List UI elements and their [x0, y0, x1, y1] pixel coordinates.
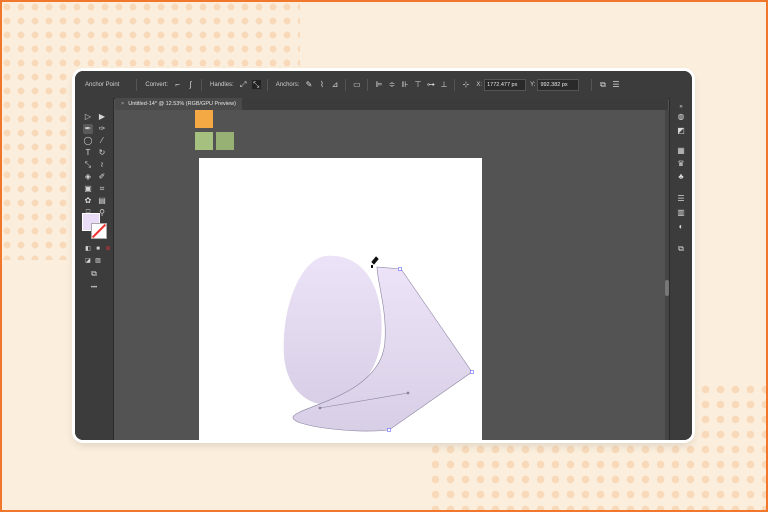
convert-smooth-icon[interactable]: ∫ — [186, 80, 195, 89]
cut-path-icon[interactable]: ⊿ — [330, 80, 339, 89]
shape-builder-tool-icon[interactable]: ◈ — [83, 172, 93, 182]
handle-point[interactable] — [318, 406, 322, 410]
artwork-layer — [283, 255, 474, 432]
convert-label: Convert: — [145, 81, 169, 88]
align-top-icon[interactable]: ⊤ — [413, 80, 422, 89]
anchors-label: Anchors: — [275, 81, 300, 88]
align-left-icon[interactable]: ⊫ — [374, 80, 383, 89]
tools-panel: ▷ ▶ ✒ ✑ ◯ ⁄ T ↻ ⤡ ≀ ◈ ✐ ▣ ⌗ ✿ ▤ ⌸ ⚲ ◧ ■ … — [75, 98, 114, 440]
pen-cursor-icon — [370, 255, 380, 268]
brushes-panel-icon[interactable]: ♛ — [676, 159, 686, 169]
none-color-icon[interactable]: ⊘ — [103, 244, 113, 254]
stroke-color-swatch[interactable] — [91, 223, 107, 239]
anchor-point[interactable] — [387, 428, 391, 432]
panel-dock: » ◍ ◩ ▦ ♛ ♣ ☰ ▥ ◐ ⧉ — [669, 98, 692, 440]
document-tab[interactable]: × Untitled-14* @ 12.53% (RGB/GPU Preview) — [115, 98, 242, 110]
eyedropper-tool-icon[interactable]: ✐ — [97, 172, 107, 182]
transform-icon[interactable]: ⧉ — [598, 80, 607, 89]
document-tab-title: Untitled-14* @ 12.53% (RGB/GPU Preview) — [128, 101, 236, 107]
color-mode-icon[interactable]: ■ — [93, 244, 103, 254]
symbols-panel-icon[interactable]: ♣ — [676, 172, 686, 182]
graph-tool-icon[interactable]: ▤ — [97, 196, 107, 206]
more-tools-icon[interactable]: ••• — [87, 283, 101, 293]
close-tab-icon[interactable]: × — [121, 101, 124, 107]
handles-label: Handles: — [210, 81, 234, 88]
connect-anchor-icon[interactable]: ⌇ — [317, 80, 326, 89]
artboards-panel-icon[interactable]: ⧉ — [676, 244, 686, 254]
selection-tool-icon[interactable]: ▷ — [83, 112, 93, 122]
divider — [367, 78, 369, 91]
transparency-panel-icon[interactable]: ◐ — [676, 222, 686, 232]
hide-handles-icon[interactable]: ⤡ — [251, 80, 261, 89]
x-coordinate-field[interactable]: 1772.477 px — [484, 78, 527, 91]
draw-mode-icon[interactable]: ◪ — [83, 256, 93, 266]
anchor-point[interactable] — [398, 267, 402, 271]
layers-panel-icon[interactable]: ◩ — [676, 126, 686, 136]
divider — [136, 78, 138, 91]
isolate-icon[interactable]: ▭ — [352, 80, 361, 89]
show-handles-icon[interactable]: ⤢ — [239, 80, 248, 89]
document-tab-bar: × Untitled-14* @ 12.53% (RGB/GPU Preview) — [115, 98, 668, 110]
divider — [345, 78, 347, 91]
stroke-panel-icon[interactable]: ☰ — [676, 194, 686, 204]
convert-corner-icon[interactable]: ⌐ — [173, 80, 182, 89]
anchor-point-label: Anchor Point — [85, 81, 120, 88]
divider — [201, 78, 203, 91]
ellipse-tool-icon[interactable]: ◯ — [83, 136, 93, 146]
screen-mode-icon[interactable]: ⧉ — [89, 269, 99, 279]
y-coordinate-field[interactable]: 992.382 px — [537, 78, 580, 91]
divider — [591, 78, 593, 91]
default-colors-icon[interactable]: ◧ — [83, 244, 93, 254]
control-bar: Anchor Point Convert: ⌐ ∫ Handles: ⤢ ⤡ A… — [75, 71, 692, 99]
handle-point[interactable] — [406, 391, 410, 395]
direct-selection-tool-icon[interactable]: ▶ — [97, 112, 107, 122]
panel-menu-icon[interactable]: ☰ — [611, 80, 620, 89]
divider — [454, 78, 456, 91]
gradient-tool-icon[interactable]: ▣ — [83, 184, 93, 194]
draw-behind-icon[interactable]: ▨ — [93, 256, 103, 266]
align-center-icon[interactable]: ≑ — [387, 80, 396, 89]
rotate-tool-icon[interactable]: ↻ — [97, 148, 107, 158]
align-right-icon[interactable]: ⊪ — [400, 80, 409, 89]
illustrator-window: Anchor Point Convert: ⌐ ∫ Handles: ⤢ ⤡ A… — [75, 71, 692, 440]
divider — [266, 78, 268, 91]
y-label: Y: — [530, 81, 536, 88]
paintbrush-tool-icon[interactable]: ⁄ — [97, 136, 107, 146]
canvas[interactable] — [115, 110, 664, 440]
x-label: X: — [476, 81, 483, 88]
align-bottom-icon[interactable]: ⊥ — [439, 80, 448, 89]
scale-tool-icon[interactable]: ⤡ — [83, 160, 93, 170]
gradient-panel-icon[interactable]: ▥ — [676, 208, 686, 218]
curvature-tool-icon[interactable]: ✑ — [97, 124, 107, 134]
mesh-tool-icon[interactable]: ⌗ — [97, 184, 107, 194]
type-tool-icon[interactable]: T — [83, 148, 93, 158]
remove-anchor-icon[interactable]: ✎ — [304, 80, 313, 89]
anchor-point[interactable] — [470, 370, 474, 374]
libraries-panel-icon[interactable]: ▦ — [676, 146, 686, 156]
panel-collapse-icon[interactable]: » — [676, 102, 686, 112]
align-middle-icon[interactable]: ⊶ — [426, 80, 435, 89]
appearance-panel-icon[interactable]: ◍ — [676, 112, 686, 122]
warp-tool-icon[interactable]: ≀ — [97, 160, 107, 170]
pen-tool-icon[interactable]: ✒ — [83, 124, 93, 134]
reference-point-icon[interactable]: ⊹ — [461, 80, 470, 89]
symbol-sprayer-tool-icon[interactable]: ✿ — [83, 196, 93, 206]
